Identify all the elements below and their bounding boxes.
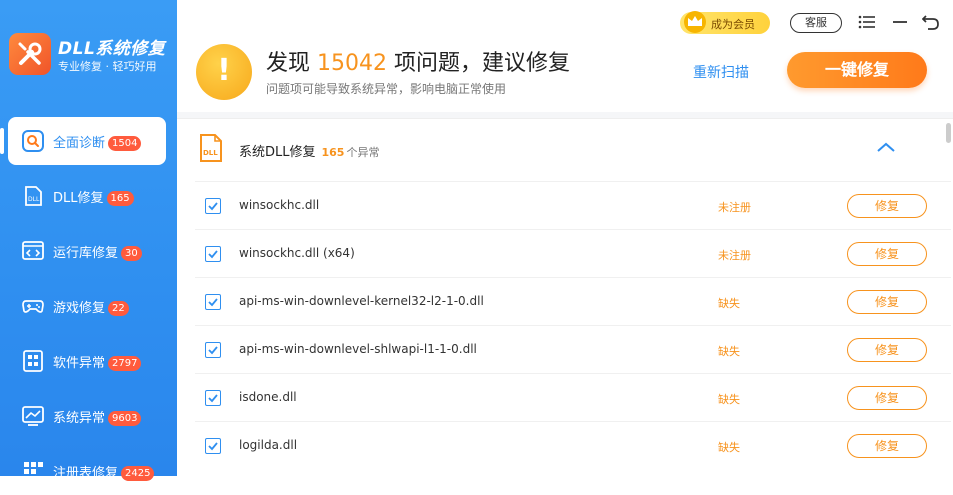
- dll-name: isdone.dll: [239, 390, 297, 404]
- code-icon: [22, 241, 44, 260]
- fix-button[interactable]: 修复: [847, 386, 927, 410]
- status-label: 缺失: [718, 297, 740, 310]
- sidebar-item-label: 注册表修复: [53, 466, 119, 481]
- count-badge: 22: [108, 301, 129, 316]
- count-badge: 30: [121, 246, 142, 261]
- rescan-link[interactable]: 重新扫描: [693, 62, 749, 82]
- chevron-up-icon[interactable]: [876, 141, 896, 153]
- become-member-label: 成为会员: [711, 18, 755, 31]
- crown-icon: [684, 11, 706, 33]
- svg-text:DLL: DLL: [28, 196, 40, 203]
- status-label: 未注册: [718, 249, 751, 262]
- table-row: api-ms-win-downlevel-shlwapi-l1-1-0.dll …: [195, 325, 951, 374]
- status-label: 缺失: [718, 345, 740, 358]
- count-badge: 165: [106, 191, 134, 206]
- sidebar-item-label: 系统异常: [53, 411, 106, 426]
- page-title: 发现 15042 项问题，建议修复: [266, 51, 570, 76]
- monitor-chart-icon: [22, 406, 44, 426]
- sidebar-item-label: 软件异常: [53, 356, 106, 371]
- scrollbar[interactable]: [946, 123, 951, 143]
- count-badge: 2425: [121, 466, 155, 481]
- row-checkbox[interactable]: [205, 438, 221, 454]
- dll-name: winsockhc.dll: [239, 198, 320, 212]
- check-icon: [208, 202, 218, 211]
- check-icon: [208, 250, 218, 259]
- table-row: isdone.dll 缺失 修复: [195, 373, 951, 422]
- active-indicator: [0, 128, 4, 154]
- row-checkbox[interactable]: [205, 198, 221, 214]
- check-icon: [208, 394, 218, 403]
- registry-icon: [24, 462, 43, 474]
- become-member-button[interactable]: 成为会员: [680, 11, 770, 34]
- fix-button[interactable]: 修复: [847, 194, 927, 218]
- fix-button[interactable]: 修复: [847, 242, 927, 266]
- sidebar-item-full-diagnosis[interactable]: 全面诊断 1504: [8, 117, 166, 165]
- count-badge: 2797: [108, 356, 142, 371]
- sidebar-item-registry-repair[interactable]: 注册表修复 2425: [8, 447, 166, 495]
- fix-button[interactable]: 修复: [847, 434, 927, 458]
- sidebar-item-software-anomaly[interactable]: 软件异常 2797: [8, 337, 166, 385]
- back-icon[interactable]: [922, 13, 940, 31]
- status-label: 缺失: [718, 393, 740, 406]
- sidebar-item-game-repair[interactable]: 游戏修复 22: [8, 282, 166, 330]
- menu-icon[interactable]: [858, 15, 876, 29]
- check-icon: [208, 442, 218, 451]
- section-unit: 个异常: [346, 146, 380, 159]
- minimize-icon[interactable]: [892, 15, 908, 29]
- sidebar-item-dll-repair[interactable]: DLL DLL修复 165: [8, 172, 166, 220]
- search-icon: [22, 130, 44, 152]
- warning-icon: !: [196, 44, 252, 100]
- sidebar-item-label: 运行库修复: [53, 246, 119, 261]
- apps-icon: [23, 350, 43, 372]
- customer-service-button[interactable]: 客服: [790, 13, 842, 33]
- page-subtitle: 问题项可能导致系统异常，影响电脑正常使用: [266, 82, 507, 96]
- svg-text:DLL: DLL: [203, 149, 218, 157]
- app-logo: [9, 33, 51, 75]
- sidebar: DLL系统修复 专业修复 · 轻巧好用 全面诊断 1504 DLL DLL修复 16…: [0, 0, 177, 481]
- dll-name: logilda.dll: [239, 438, 298, 452]
- status-label: 未注册: [718, 201, 751, 214]
- dll-name: winsockhc.dll (x64): [239, 246, 355, 260]
- table-row: logilda.dll 缺失 修复: [195, 421, 951, 470]
- wrench-screwdriver-icon: [18, 42, 42, 65]
- row-checkbox[interactable]: [205, 390, 221, 406]
- row-checkbox[interactable]: [205, 246, 221, 262]
- status-label: 缺失: [718, 441, 740, 454]
- dll-icon: DLL: [25, 186, 42, 206]
- table-row: winsockhc.dll 未注册 修复: [195, 181, 951, 230]
- check-icon: [208, 346, 218, 355]
- check-icon: [208, 298, 218, 307]
- dll-name: api-ms-win-downlevel-kernel32-l2-1-0.dll: [239, 294, 484, 308]
- gamepad-icon: [22, 300, 44, 313]
- one-click-fix-button[interactable]: 一键修复: [787, 52, 927, 88]
- sidebar-item-label: DLL修复: [53, 191, 104, 206]
- sidebar-item-label: 全面诊断: [53, 136, 106, 151]
- app-slogan: 专业修复 · 轻巧好用: [58, 60, 157, 73]
- sidebar-item-system-anomaly[interactable]: 系统异常 9603: [8, 392, 166, 440]
- section-count: 165: [321, 146, 345, 159]
- row-checkbox[interactable]: [205, 342, 221, 358]
- app-name: DLL系统修复: [58, 39, 166, 59]
- sidebar-item-label: 游戏修复: [53, 301, 106, 316]
- fix-button[interactable]: 修复: [847, 290, 927, 314]
- section-title: 系统DLL修复: [239, 145, 316, 160]
- issue-count: 15042: [317, 51, 387, 76]
- row-checkbox[interactable]: [205, 294, 221, 310]
- dll-name: api-ms-win-downlevel-shlwapi-l1-1-0.dll: [239, 342, 477, 356]
- count-badge: 1504: [108, 136, 142, 151]
- fix-button[interactable]: 修复: [847, 338, 927, 362]
- section-header: 系统DLL修复 165 个异常: [239, 141, 379, 160]
- count-badge: 9603: [108, 411, 142, 426]
- table-row: api-ms-win-downlevel-kernel32-l2-1-0.dll…: [195, 277, 951, 326]
- dll-file-icon: DLL: [200, 134, 222, 162]
- table-row: winsockhc.dll (x64) 未注册 修复: [195, 229, 951, 278]
- sidebar-item-runtime-repair[interactable]: 运行库修复 30: [8, 227, 166, 275]
